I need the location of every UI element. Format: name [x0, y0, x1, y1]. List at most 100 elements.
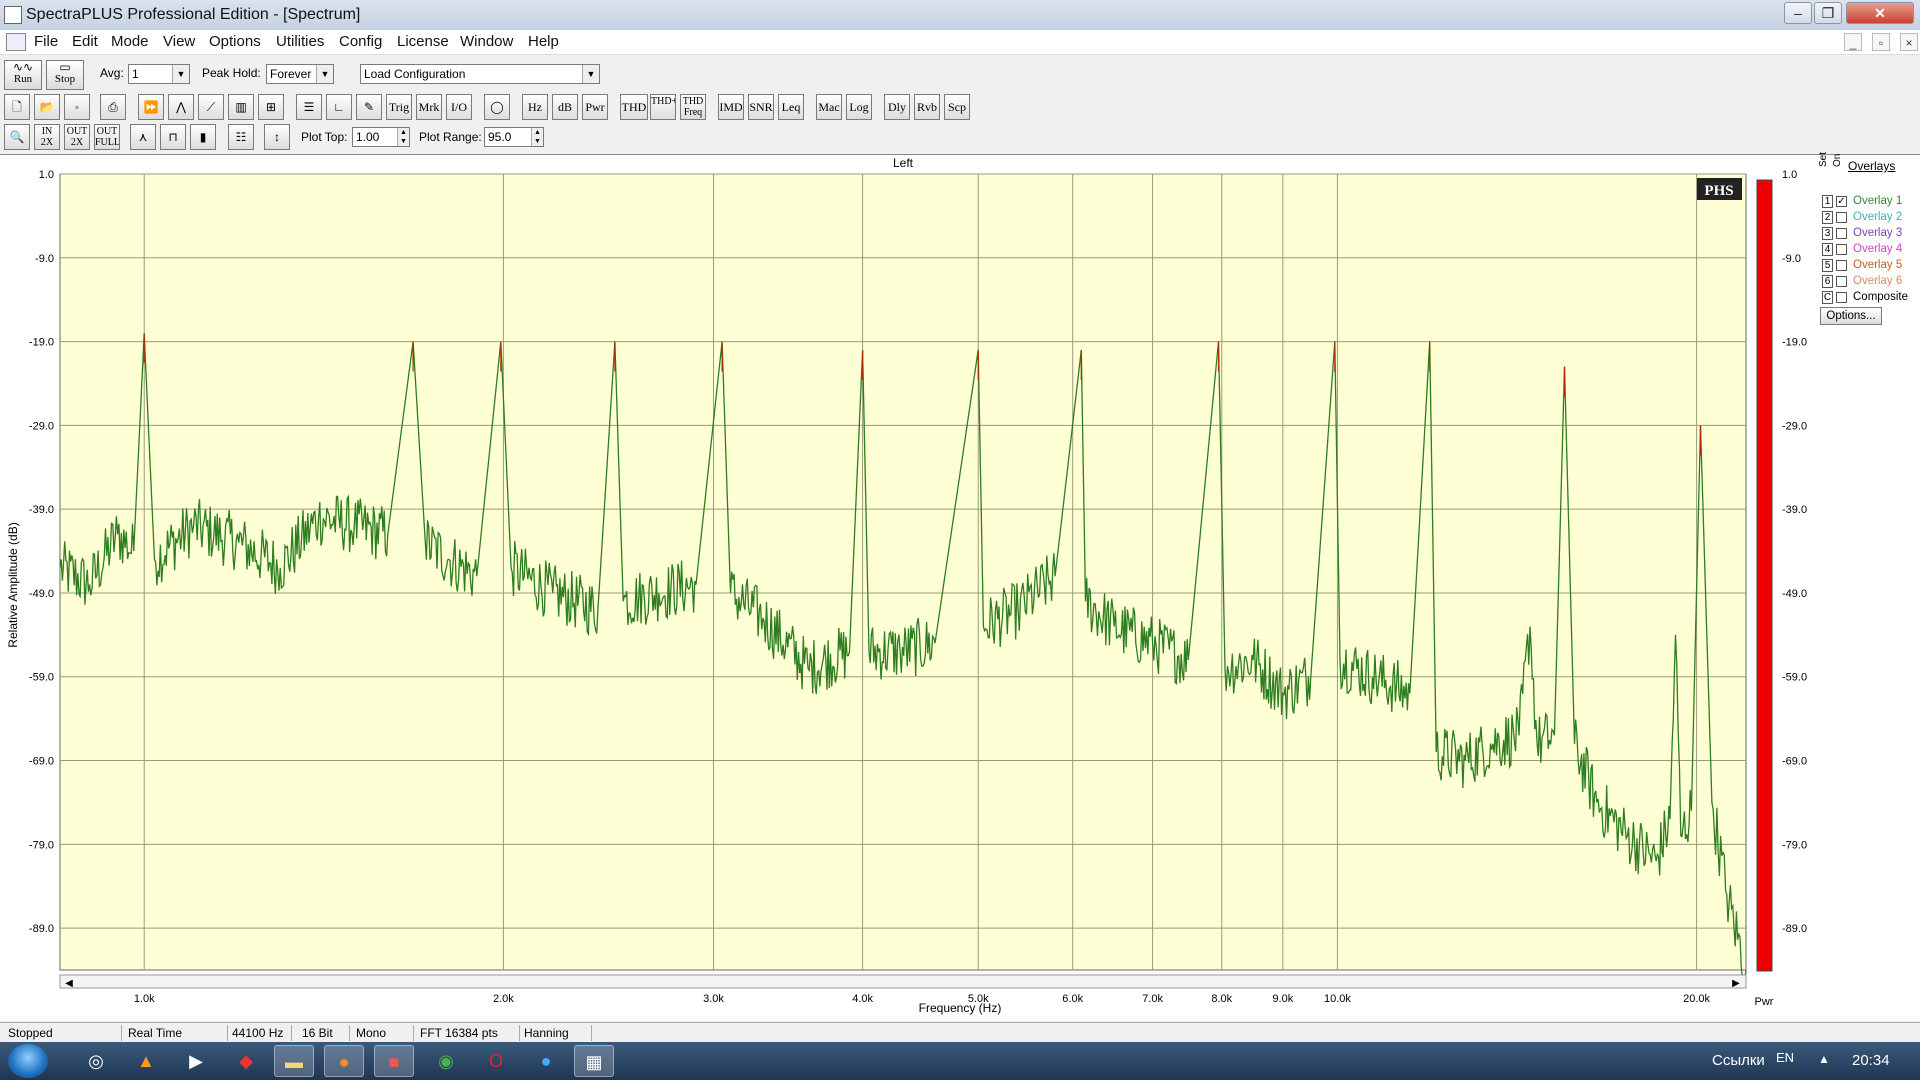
- overlay-options-button[interactable]: Options...: [1820, 307, 1882, 325]
- plot-range-input[interactable]: 95.0 ▲ ▼: [484, 127, 544, 147]
- overlay-checkbox[interactable]: [1836, 292, 1847, 303]
- player-app-icon[interactable]: ▶: [176, 1045, 216, 1077]
- spectraplus-taskbar-icon[interactable]: ▦: [574, 1045, 614, 1077]
- overlay-checkbox[interactable]: [1836, 228, 1847, 239]
- step-plot-icon[interactable]: ⊓: [160, 124, 186, 150]
- print-icon[interactable]: ⎙: [100, 94, 126, 120]
- mdi-minimize-button[interactable]: _: [1844, 33, 1862, 51]
- axes-icon[interactable]: ∟: [326, 94, 352, 120]
- plot-top-input[interactable]: 1.00 ▲ ▼: [352, 127, 410, 147]
- hz-button[interactable]: Hz: [522, 94, 548, 120]
- pwr-button[interactable]: Pwr: [582, 94, 608, 120]
- maximize-button[interactable]: ❐: [1814, 2, 1842, 24]
- overlay-checkbox[interactable]: [1836, 276, 1847, 287]
- avg-select[interactable]: 1 ▼: [128, 64, 190, 84]
- zoom-in-2x-button[interactable]: IN 2X: [34, 124, 60, 150]
- scp-button[interactable]: Scp: [944, 94, 970, 120]
- bar-plot-icon[interactable]: ▮: [190, 124, 216, 150]
- stop-button[interactable]: ▭ Stop: [46, 60, 84, 90]
- zoom-out-full-button[interactable]: OUT FULL: [94, 124, 120, 150]
- run-button[interactable]: ∿∿ Run: [4, 60, 42, 90]
- menu-help[interactable]: Help: [528, 33, 559, 50]
- document-icon[interactable]: [6, 33, 26, 51]
- trig-button[interactable]: Trig: [386, 94, 412, 120]
- snr-button[interactable]: SNR: [748, 94, 774, 120]
- overlay-set-button[interactable]: 1: [1822, 195, 1833, 208]
- links-toolbar[interactable]: Ссылки: [1712, 1052, 1765, 1069]
- mrk-button[interactable]: Mrk: [416, 94, 442, 120]
- menu-edit[interactable]: Edit: [72, 33, 98, 50]
- list-view-icon[interactable]: ☰: [296, 94, 322, 120]
- tray-expand-icon[interactable]: ▲: [1818, 1052, 1830, 1066]
- spinner-icon[interactable]: ▲ ▼: [531, 128, 543, 146]
- mac-button[interactable]: Mac: [816, 94, 842, 120]
- thd-n-button[interactable]: THD+N: [650, 94, 676, 120]
- pen-icon[interactable]: ✎: [356, 94, 382, 120]
- firefox-icon[interactable]: ●: [324, 1045, 364, 1077]
- thd-freq-button[interactable]: THD Freq: [680, 94, 706, 120]
- menu-utilities[interactable]: Utilities: [276, 33, 324, 50]
- menu-options[interactable]: Options: [209, 33, 261, 50]
- opera-icon[interactable]: O: [476, 1045, 516, 1077]
- overlay-set-button[interactable]: 4: [1822, 243, 1833, 256]
- vlc-icon[interactable]: ▲: [126, 1045, 166, 1077]
- waterfall-icon[interactable]: ▥: [228, 94, 254, 120]
- menu-view[interactable]: View: [163, 33, 195, 50]
- mdi-restore-button[interactable]: ▫: [1872, 33, 1890, 51]
- 3d-surface-icon[interactable]: ⊞: [258, 94, 284, 120]
- menu-config[interactable]: Config: [339, 33, 382, 50]
- overlay-set-button[interactable]: 3: [1822, 227, 1833, 240]
- log-button[interactable]: Log: [846, 94, 872, 120]
- language-indicator[interactable]: EN: [1776, 1050, 1794, 1065]
- overlay-set-button[interactable]: 2: [1822, 211, 1833, 224]
- db-button[interactable]: dB: [552, 94, 578, 120]
- overlay-label: Overlay 4: [1853, 243, 1903, 255]
- imd-button[interactable]: IMD: [718, 94, 744, 120]
- media-app-icon[interactable]: ◎: [76, 1045, 116, 1077]
- menu-mode[interactable]: Mode: [111, 33, 149, 50]
- overlay-checkbox[interactable]: [1836, 212, 1847, 223]
- menu-window[interactable]: Window: [460, 33, 513, 50]
- menu-file[interactable]: File: [34, 33, 58, 50]
- menu-license[interactable]: License: [397, 33, 449, 50]
- save-icon[interactable]: ▪: [64, 94, 90, 120]
- minimize-button[interactable]: –: [1784, 2, 1812, 24]
- mdi-close-button[interactable]: ×: [1900, 33, 1918, 51]
- rvb-button[interactable]: Rvb: [914, 94, 940, 120]
- on-column-label: On: [1832, 153, 1843, 167]
- overlay-checkbox[interactable]: ✓: [1836, 196, 1847, 207]
- close-button[interactable]: ✕: [1846, 2, 1914, 24]
- spectrum-plot[interactable]: Left 1.0 -9.0 -19.0 -29.0 -39.0 -49.0 -59.0 -69…: [0, 155, 1920, 1021]
- overlay-label: Overlay 6: [1853, 275, 1903, 287]
- scale-icon[interactable]: ↕: [264, 124, 290, 150]
- configuration-select[interactable]: Load Configuration ▼: [360, 64, 600, 84]
- generator-icon[interactable]: ◯: [484, 94, 510, 120]
- browser-app-icon[interactable]: ●: [526, 1045, 566, 1077]
- slope-icon[interactable]: ⟋: [198, 94, 224, 120]
- overlay-checkbox[interactable]: [1836, 260, 1847, 271]
- overlay-set-button[interactable]: C: [1822, 291, 1833, 304]
- acrobat-icon[interactable]: ◆: [226, 1045, 266, 1077]
- spinner-icon[interactable]: ▲ ▼: [397, 128, 409, 146]
- dly-button[interactable]: Dly: [884, 94, 910, 120]
- zoom-out-2x-button[interactable]: OUT 2X: [64, 124, 90, 150]
- fast-forward-icon[interactable]: ⏩: [138, 94, 164, 120]
- thd-button[interactable]: THD: [620, 94, 648, 120]
- clock[interactable]: 20:34: [1852, 1052, 1890, 1069]
- overlay-checkbox[interactable]: [1836, 244, 1847, 255]
- overlay-set-button[interactable]: 6: [1822, 275, 1833, 288]
- peak-hold-select[interactable]: Forever ▼: [266, 64, 334, 84]
- leq-button[interactable]: Leq: [778, 94, 804, 120]
- zoom-icon[interactable]: 🔍: [4, 124, 30, 150]
- io-button[interactable]: I/O: [446, 94, 472, 120]
- line-plot-icon[interactable]: ⋏: [130, 124, 156, 150]
- design-app-icon[interactable]: ■: [374, 1045, 414, 1077]
- overlay-set-button[interactable]: 5: [1822, 259, 1833, 272]
- explorer-icon[interactable]: ▬: [274, 1045, 314, 1077]
- chrome-icon[interactable]: ◉: [426, 1045, 466, 1077]
- spectrum-icon[interactable]: ⋀: [168, 94, 194, 120]
- new-file-icon[interactable]: 🗋: [4, 94, 30, 120]
- start-button[interactable]: [8, 1044, 48, 1078]
- table-icon[interactable]: ☷: [228, 124, 254, 150]
- open-folder-icon[interactable]: 📂: [34, 94, 60, 120]
